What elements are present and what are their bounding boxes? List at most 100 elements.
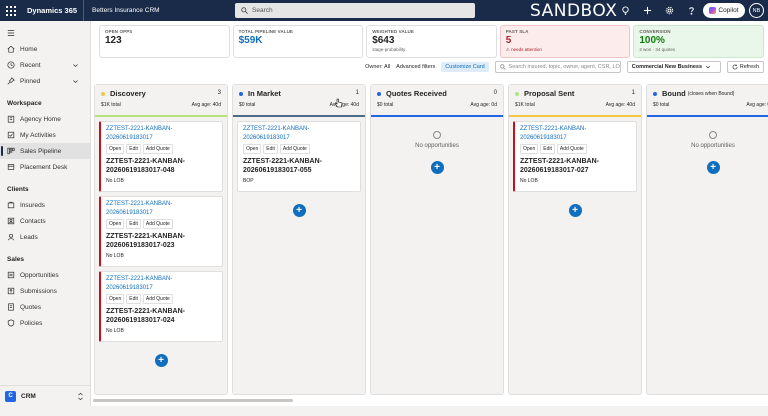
refresh-label: Refresh [739, 63, 759, 70]
add-quote-button[interactable]: Add Quote [142, 294, 173, 304]
add-opportunity-button[interactable]: + [430, 161, 444, 174]
edit-button[interactable]: Edit [263, 144, 278, 154]
lightbulb-icon[interactable] [618, 4, 632, 18]
sidebar-item-label: Agency Home [20, 115, 61, 123]
kpi-value: $643 [372, 35, 395, 46]
edit-button[interactable]: Edit [126, 294, 141, 304]
opportunity-link[interactable]: ZZTEST-2221-KANBAN-20260619183017 [106, 275, 217, 292]
column-meta: $1K total Avg age: 40d [515, 102, 635, 108]
line-of-business: No LOB [106, 178, 124, 184]
sidebar-item-policies[interactable]: Policies [0, 315, 90, 331]
sidebar-item-label: Recent [20, 61, 41, 69]
opportunity-card[interactable]: ZZTEST-2221-KANBAN-20260619183017 Open Edi… [99, 196, 223, 267]
sidebar-item-contacts[interactable]: Contacts [0, 213, 90, 229]
app-launcher-icon[interactable] [0, 0, 21, 21]
column-title: Discovery [110, 89, 146, 98]
quote-icon [8, 303, 14, 311]
opportunity-icon [7, 271, 15, 279]
column-count: 1 [355, 90, 359, 96]
opportunity-card[interactable]: ZZTEST-2221-KANBAN-20260619183017 Open Edi… [513, 121, 637, 192]
app-name[interactable]: Dynamics 365 [21, 0, 85, 21]
line-of-business: BOP [243, 178, 254, 184]
sidebar-item-sales-pipeline[interactable]: Sales Pipeline [0, 143, 90, 159]
sidebar-item-opportunities[interactable]: Opportunities [0, 267, 90, 283]
add-quote-button[interactable]: Add Quote [142, 144, 173, 154]
sidebar-item-my-activities[interactable]: My Activities [0, 127, 90, 143]
kpi-value: 5 [505, 35, 512, 46]
hamburger-icon [7, 30, 15, 36]
sidebar-item-agency-home[interactable]: Agency Home [0, 111, 90, 127]
refresh-button[interactable]: Refresh [726, 60, 764, 73]
opportunity-link[interactable]: ZZTEST-2221-KANBAN-20260619183017 [520, 125, 631, 142]
kpi-label: OPEN OPPS [105, 29, 133, 34]
gear-icon[interactable] [662, 4, 676, 18]
column-header: In Market 1 $0 total Avg age: 40d [233, 85, 365, 115]
opportunity-link[interactable]: ZZTEST-2221-KANBAN-20260619183017 [106, 200, 217, 217]
sidebar-item-quotes[interactable]: Quotes [0, 299, 90, 315]
area-switcher[interactable]: C CRM [0, 385, 90, 406]
sidebar-menu-toggle[interactable] [0, 25, 90, 41]
edit-button[interactable]: Edit [126, 144, 141, 154]
sidebar-item-recent[interactable]: Recent [0, 57, 90, 73]
edit-button[interactable]: Edit [540, 144, 555, 154]
avatar[interactable]: NB [749, 3, 764, 18]
plus-icon[interactable] [640, 4, 654, 18]
opportunity-link[interactable]: ZZTEST-2221-KANBAN-20260619183017 [106, 125, 217, 142]
contact-icon [7, 217, 15, 225]
column-count: 3 [217, 90, 221, 96]
empty-state: No opportunities [647, 117, 768, 149]
advanced-filters-button[interactable]: Advanced filters [396, 64, 435, 70]
open-button[interactable]: Open [520, 144, 539, 154]
add-opportunity-button[interactable]: + [154, 354, 168, 367]
kpi-conversion: CONVERSION 100% 2 won · 34 quotes [633, 25, 764, 58]
column-title-row: Proposal Sent [515, 89, 635, 98]
opportunity-link[interactable]: ZZTEST-2221-KANBAN-20260619183017 [243, 125, 355, 142]
owner-filter[interactable]: Owner: All [365, 64, 390, 70]
app-subtitle[interactable]: Betters Insurance CRM [84, 0, 168, 21]
opportunity-card[interactable]: ZZTEST-2221-KANBAN-20260619183017 Open Edi… [99, 271, 223, 342]
add-opportunity-button[interactable]: + [292, 204, 306, 217]
view-select[interactable]: Commercial New Business [626, 60, 721, 73]
insured-icon [7, 201, 15, 209]
column-status-dot [653, 91, 657, 96]
kanban-column-quotes-received: Quotes Received 0 $0 total Avg age: 0d No op… [370, 84, 504, 395]
sidebar-item-label: Pinned [20, 77, 41, 85]
sidebar-item-insureds[interactable]: Insureds [0, 197, 90, 213]
add-quote-button[interactable]: Add Quote [556, 144, 587, 154]
column-avg-age: Avg age: 0d [746, 102, 768, 108]
board-search-input[interactable]: Search insured, topic, owner, agent, CSR… [494, 60, 621, 73]
add-quote-button[interactable]: Add Quote [142, 219, 173, 229]
kpi-sub: 2 won · 34 quotes [639, 47, 676, 52]
empty-text: No opportunities [691, 143, 735, 149]
search-icon [241, 7, 248, 14]
edit-button[interactable]: Edit [126, 219, 141, 229]
add-quote-button[interactable]: Add Quote [279, 144, 310, 154]
horizontal-scrollbar[interactable] [91, 396, 768, 406]
filter-bar: Owner: All Advanced filters Customize Ca… [99, 60, 764, 73]
opportunity-card[interactable]: ZZTEST-2221-KANBAN-20260619183017 Open Edi… [99, 121, 223, 192]
view-select-value: Commercial New Business [631, 63, 703, 70]
add-opportunity-button[interactable]: + [568, 204, 582, 217]
global-search-input[interactable]: Search [235, 3, 475, 18]
open-button[interactable]: Open [106, 294, 125, 304]
column-count: 0 [493, 90, 497, 96]
customize-card-button[interactable]: Customize Card [441, 61, 489, 72]
help-icon[interactable] [684, 4, 698, 18]
column-meta: $1K total Avg age: 40d [101, 102, 221, 108]
kanban-column-discovery: Discovery 3 $1K total Avg age: 40d ZZTEST-22… [94, 84, 228, 395]
sidebar-item-placement-desk[interactable]: Placement Desk [0, 159, 90, 175]
sidebar-item-leads[interactable]: Leads [0, 229, 90, 245]
column-title: Proposal Sent [524, 89, 575, 98]
open-button[interactable]: Open [106, 144, 125, 154]
line-of-business: No LOB [106, 328, 124, 334]
open-button[interactable]: Open [243, 144, 262, 154]
opportunity-card[interactable]: ZZTEST-2221-KANBAN-20260619183017 Open Edi… [237, 121, 361, 192]
open-button[interactable]: Open [106, 219, 125, 229]
add-opportunity-button[interactable]: + [706, 161, 720, 174]
sidebar-item-label: Contacts [20, 217, 46, 225]
sidebar-item-submissions[interactable]: Submissions [0, 283, 90, 299]
copilot-button[interactable]: Copilot [703, 3, 745, 18]
sidebar-item-pinned[interactable]: Pinned [0, 73, 90, 89]
scrollbar-thumb[interactable] [93, 399, 293, 402]
sidebar-item-home[interactable]: Home [0, 41, 90, 57]
